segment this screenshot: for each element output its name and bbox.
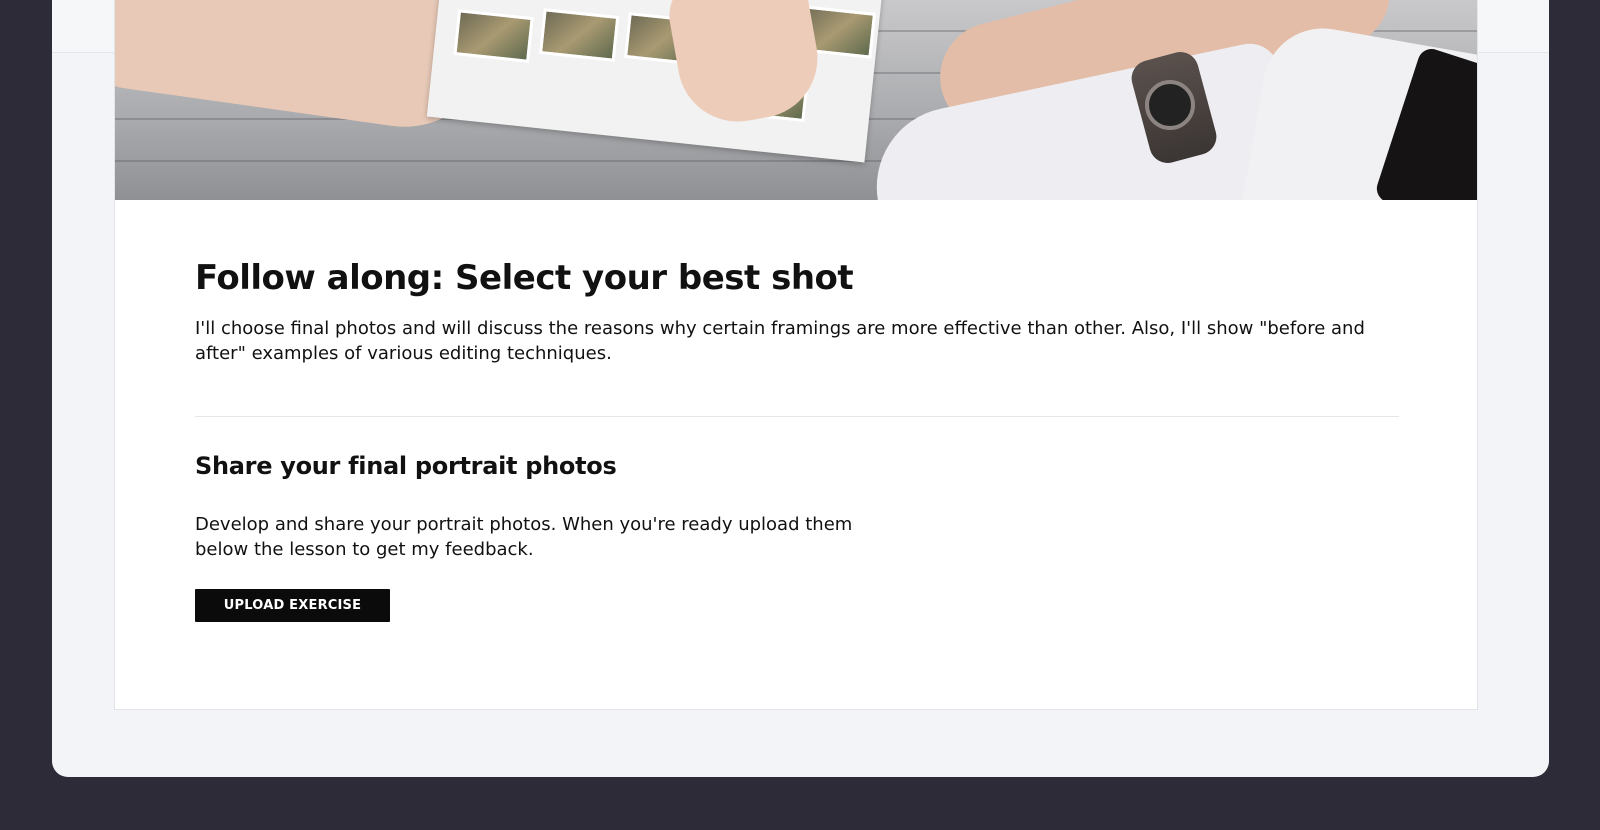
exercise-description: Develop and share your portrait photos. …: [195, 514, 853, 560]
exercise-title: Share your final portrait photos: [195, 452, 617, 480]
lesson-card: Follow along: Select your best shot I'll…: [114, 0, 1478, 710]
lesson-description: I'll choose final photos and will discus…: [195, 318, 1365, 364]
browser-window: Follow along: Select your best shot I'll…: [52, 0, 1549, 777]
lesson-title: Follow along: Select your best shot: [195, 258, 854, 298]
section-divider: [195, 416, 1399, 417]
upload-exercise-button[interactable]: UPLOAD EXERCISE: [195, 589, 390, 622]
hero-image: [115, 0, 1477, 200]
